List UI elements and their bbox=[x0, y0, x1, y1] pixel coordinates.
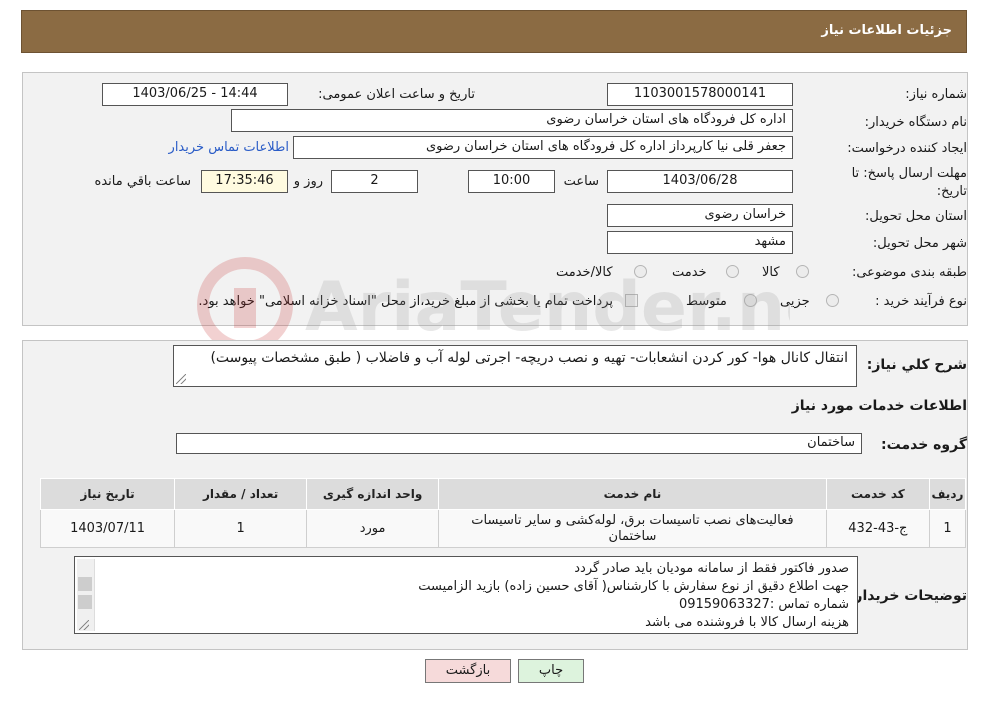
resize-grip-icon[interactable] bbox=[176, 374, 186, 384]
col-row-number: رديف bbox=[928, 478, 967, 510]
city-label: شهر محل تحویل: bbox=[872, 236, 967, 251]
category-label: طبقه بندی موضوعی: bbox=[851, 265, 967, 280]
buyer-org-label: نام دستگاه خریدار: bbox=[864, 115, 967, 130]
col-unit: واحد اندازه گیری bbox=[306, 478, 440, 510]
cell-quantity: 1 bbox=[174, 509, 308, 548]
col-service-name: نام خدمت bbox=[438, 478, 827, 510]
resize-grip-icon[interactable] bbox=[79, 620, 89, 630]
service-group-label: گروه خدمت: bbox=[881, 437, 967, 453]
page-header: جزئیات اطلاعات نیاز bbox=[21, 10, 967, 53]
scrollbar-thumb[interactable] bbox=[78, 577, 92, 591]
payment-note: پرداخت تمام یا بخشی از مبلغ خرید،از محل … bbox=[198, 294, 613, 309]
remaining-label: ساعت باقي مانده bbox=[94, 174, 191, 189]
deadline-time-label: ساعت bbox=[563, 174, 599, 189]
buyer-org-field: اداره کل فرودگاه های استان خراسان رضوی bbox=[231, 109, 793, 132]
summary-textarea[interactable]: انتقال کانال هوا- کور کردن انشعابات- تهی… bbox=[173, 345, 857, 387]
creator-label: ایجاد کننده درخواست: bbox=[847, 141, 967, 156]
buyer-note-line: جهت اطلاع دقیق از نوع سفارش با کارشناس( … bbox=[418, 579, 849, 594]
announce-label: تاریخ و ساعت اعلان عمومی: bbox=[318, 87, 475, 102]
summary-text: انتقال کانال هوا- کور کردن انشعابات- تهی… bbox=[210, 350, 848, 366]
treasury-payment-checkbox[interactable] bbox=[625, 294, 638, 307]
services-section-title: اطلاعات خدمات مورد نياز bbox=[791, 398, 967, 414]
announce-datetime-field: 1403/06/25 - 14:44 bbox=[102, 83, 288, 106]
services-table: رديف کد خدمت نام خدمت واحد اندازه گیری ت… bbox=[39, 478, 967, 548]
remaining-time-field: 17:35:46 bbox=[201, 170, 288, 193]
cell-row-number: 1 bbox=[928, 509, 967, 548]
deadline-time-field: 10:00 bbox=[468, 170, 555, 193]
days-label: روز و bbox=[293, 174, 323, 189]
cell-service-code: ج-43-432 bbox=[825, 509, 930, 548]
buyer-note-line: صدور فاکتور فقط از سامانه مودیان باید صا… bbox=[574, 561, 849, 576]
remaining-days-field: 2 bbox=[331, 170, 418, 193]
process-medium-label: متوسط bbox=[686, 294, 727, 309]
page-title: جزئیات اطلاعات نیاز bbox=[821, 23, 952, 38]
need-number-label: شماره نیاز: bbox=[905, 87, 967, 102]
buyer-contact-link[interactable]: اطلاعات تماس خریدار bbox=[169, 140, 289, 155]
need-number-field: 1103001578000141 bbox=[607, 83, 793, 106]
province-field: خراسان رضوی bbox=[607, 204, 793, 227]
process-medium-radio[interactable] bbox=[744, 294, 757, 307]
category-service-radio[interactable] bbox=[726, 265, 739, 278]
cell-unit: مورد bbox=[306, 509, 440, 548]
cell-service-name: فعالیت‌های نصب تاسیسات برق، لوله‌کشی و س… bbox=[438, 509, 827, 548]
summary-label: شرح کلي نياز: bbox=[866, 357, 967, 373]
category-goods-service-label: کالا/خدمت bbox=[556, 265, 613, 280]
print-button[interactable]: چاپ bbox=[518, 659, 584, 683]
category-goods-service-radio[interactable] bbox=[634, 265, 647, 278]
province-label: استان محل تحویل: bbox=[865, 209, 967, 224]
buyer-notes-textarea[interactable]: صدور فاکتور فقط از سامانه مودیان باید صا… bbox=[74, 556, 858, 634]
category-goods-label: کالا bbox=[762, 265, 780, 280]
cell-need-date: 1403/07/11 bbox=[39, 509, 176, 548]
col-quantity: تعداد / مقدار bbox=[174, 478, 308, 510]
service-group-field: ساختمان bbox=[176, 433, 862, 454]
scrollbar-thumb[interactable] bbox=[78, 595, 92, 609]
city-field: مشهد bbox=[607, 231, 793, 254]
col-need-date: تاریخ نیاز bbox=[39, 478, 176, 510]
back-button[interactable]: بازگشت bbox=[425, 659, 511, 683]
process-minor-radio[interactable] bbox=[826, 294, 839, 307]
category-service-label: خدمت bbox=[672, 265, 707, 280]
creator-field: جعفر قلی نیا کارپرداز اداره کل فرودگاه ه… bbox=[293, 136, 793, 159]
buyer-note-line: هزینه ارسال کالا با فروشنده می باشد bbox=[645, 615, 849, 630]
process-minor-label: جزیی bbox=[780, 294, 810, 309]
col-service-code: کد خدمت bbox=[825, 478, 930, 510]
process-label: نوع فرآیند خرید : bbox=[875, 294, 967, 309]
deadline-label: مهلت ارسال پاسخ: تا تاریخ: bbox=[851, 166, 967, 199]
category-goods-radio[interactable] bbox=[796, 265, 809, 278]
table-header-row: رديف کد خدمت نام خدمت واحد اندازه گیری ت… bbox=[39, 478, 967, 510]
buyer-notes-label: توضیحات خریدار: bbox=[848, 588, 967, 604]
deadline-date-field: 1403/06/28 bbox=[607, 170, 793, 193]
table-row: 1 ج-43-432 فعالیت‌های نصب تاسیسات برق، ل… bbox=[39, 509, 967, 548]
buyer-note-line: شماره تماس :09159063327 bbox=[678, 597, 849, 612]
